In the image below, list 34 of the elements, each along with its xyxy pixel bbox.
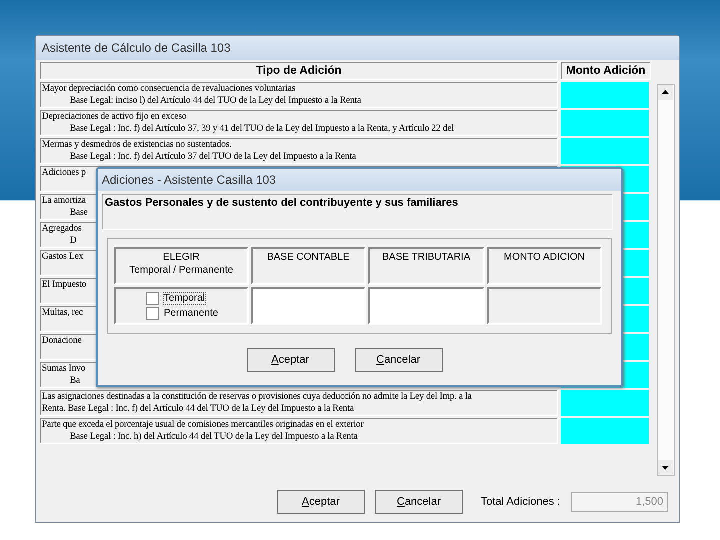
amount-field[interactable]: [561, 110, 649, 136]
amount-field[interactable]: [561, 418, 649, 444]
total-label: Total Adiciones :: [481, 496, 560, 508]
heading-text: Gastos Personales y de sustento del contribuyente y sus familiares: [102, 194, 613, 230]
window-title: Asistente de Cálculo de Casilla 103: [36, 36, 679, 60]
scroll-up-icon[interactable]: [658, 85, 674, 100]
input-field[interactable]: [368, 287, 485, 325]
table-cell: Mayor depreciación como consecuencia de revaluaciones voluntarias Base Legal: inciso l) del Artículo 44 del TUO de la Ley del Impuesto a la Renta: [40, 82, 558, 108]
dialog-title: Adiciones - Asistente Casilla 103: [98, 169, 621, 191]
table-cell: Depreciaciones de activo fijo en exceso Base Legal : Inc. f) del Artículo 37, 39 y 41 del TUO de la Ley del Impuesto a la Renta, y Artículo 22 del: [40, 110, 558, 136]
dialog-button[interactable]: Cancelar: [354, 348, 442, 372]
scrollbar[interactable]: [657, 84, 675, 476]
checkbox-option[interactable]: Permanente: [146, 307, 247, 320]
column-header: BASE CONTABLE: [251, 247, 366, 285]
dialog-button[interactable]: Aceptar: [246, 348, 334, 372]
amount-field[interactable]: [561, 138, 649, 164]
input-field[interactable]: [251, 287, 366, 325]
column-header: MONTO ADICION: [487, 247, 602, 285]
dialog-button[interactable]: Aceptar: [277, 490, 365, 514]
table-cell: Parte que exceda el porcentaje usual de comisiones mercantiles originadas en el exterior Base Legal : Inc. h) del Artículo 44 del TUO de la Ley del Impuesto a la Renta: [40, 418, 558, 444]
scroll-down-icon[interactable]: [658, 460, 674, 475]
amount-field[interactable]: [561, 82, 649, 108]
column-header: ELEGIR Temporal / Permanente: [114, 247, 249, 285]
table-cell: Mermas y desmedros de existencias no sustentados. Base Legal : Inc. f) del Artículo 37 del TUO de la Ley del Impuesto a la Renta: [40, 138, 558, 164]
dialog-button[interactable]: Cancelar: [375, 490, 463, 514]
table-cell: Las asignaciones destinadas a la constitución de reservas o provisiones cuya deducción no admite la Ley del Imp. a la Renta. Base Legal : Inc. f) del Artículo 44 del TUO de la Ley del Impuesto a la Renta: [40, 390, 558, 416]
amount-field[interactable]: [561, 390, 649, 416]
checkbox-option[interactable]: Temporal: [146, 292, 247, 305]
column-header: Tipo de Adición: [40, 62, 558, 80]
column-header: Monto Adición: [561, 62, 651, 80]
checkbox[interactable]: [146, 307, 159, 320]
checkbox[interactable]: [146, 292, 159, 305]
total-field: 1,500: [570, 492, 668, 512]
column-header: BASE TRIBUTARIA: [368, 247, 485, 285]
